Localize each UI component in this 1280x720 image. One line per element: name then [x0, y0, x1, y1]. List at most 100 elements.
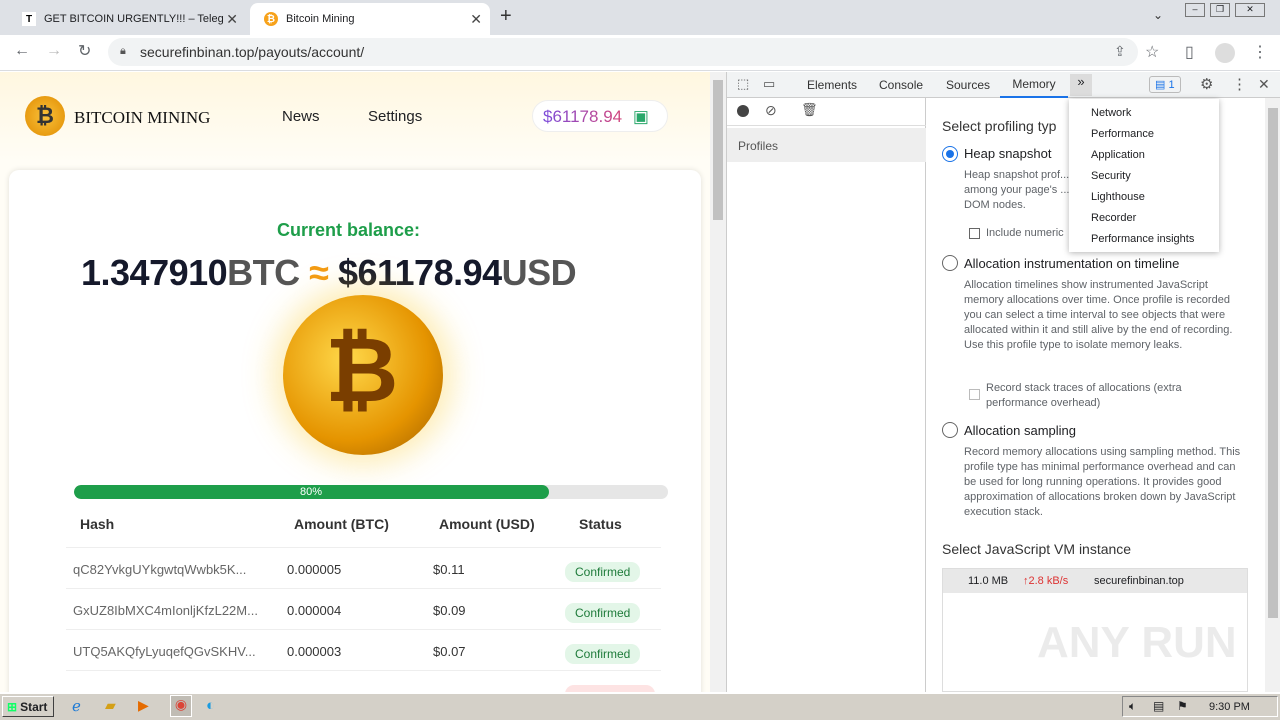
record-icon[interactable] [737, 105, 749, 117]
include-numeric-checkbox[interactable] [969, 228, 980, 239]
side-panel-icon[interactable]: ▯ [1185, 42, 1194, 62]
bookmark-star-icon[interactable]: ☆ [1145, 42, 1159, 62]
brand-name[interactable]: BITCOIN MINING [74, 108, 210, 128]
record-stack-checkbox[interactable] [969, 389, 980, 400]
start-button[interactable]: ⊞ Start [2, 696, 54, 717]
menu-item-application[interactable]: Application [1069, 144, 1219, 165]
hash-cell: UTQ5AKQfyLyuqefQGvSKHV... [73, 644, 256, 659]
menu-item-network[interactable]: Network [1069, 102, 1219, 123]
tab-search-chevron-icon[interactable]: ⌄ [1153, 8, 1163, 22]
settings-gear-icon[interactable]: ⚙ [1200, 75, 1213, 93]
tab-title: Bitcoin Mining [286, 13, 355, 25]
allocation-sampling-radio[interactable] [942, 422, 958, 438]
device-toolbar-icon[interactable]: ▭ [763, 76, 775, 92]
table-row[interactable]: UTQ5AKQfyLyuqefQGvSKHV... 0.000003 $0.07… [66, 630, 661, 671]
tab-telegra[interactable]: T GET BITCOIN URGENTLY!!! – Telegra ✕ [8, 3, 246, 35]
devtools-panel: ⬚ ▭ Elements Console Sources Memory » ▤ … [726, 72, 1280, 692]
close-tab-icon[interactable]: ✕ [470, 11, 482, 28]
back-icon[interactable]: ← [14, 42, 30, 60]
trash-icon[interactable]: 🗑︎ [801, 102, 818, 118]
more-tabs-icon[interactable]: » [1070, 74, 1092, 96]
allocation-timeline-radio[interactable] [942, 255, 958, 271]
table-row[interactable]: qC82YvkgUYkgwtqWwbk5K... 0.000005 $0.11 … [66, 548, 661, 589]
edge-icon[interactable]: ◐ [206, 697, 215, 714]
menu-item-security[interactable]: Security [1069, 165, 1219, 186]
menu-item-lighthouse[interactable]: Lighthouse [1069, 186, 1219, 207]
flag-icon[interactable]: ⚑ [1177, 699, 1188, 713]
wallet-icon: ▣ [632, 107, 649, 126]
vm-instance-row[interactable]: 11.0 MB ↑2.8 kB/s securefinbinan.top [943, 569, 1247, 593]
table-row-partial[interactable] [66, 671, 661, 692]
record-stack-label: Record stack traces of allocations (extr… [986, 382, 1182, 409]
tab-memory[interactable]: Memory [1000, 72, 1068, 98]
forward-icon[interactable]: → [46, 42, 62, 60]
new-tab-icon[interactable]: + [500, 5, 512, 28]
telegra-favicon-icon: T [22, 12, 36, 26]
devtools-menu-icon[interactable]: ⋮ [1232, 75, 1247, 93]
page-scrollbar[interactable] [710, 72, 726, 692]
tab-elements[interactable]: Elements [807, 72, 857, 98]
allocation-sampling-label[interactable]: Allocation sampling [964, 423, 1076, 438]
btc-cell: 0.000003 [287, 644, 342, 659]
usd-amount: $61178.94 [337, 252, 502, 293]
inspect-element-icon[interactable]: ⬚ [737, 76, 749, 92]
url-input[interactable]: 🔒︎ securefinbinan.top/payouts/account/ [108, 38, 1138, 66]
close-tab-icon[interactable]: ✕ [226, 11, 238, 28]
close-window-icon[interactable]: ✕ [1235, 3, 1265, 17]
network-icon[interactable]: ▤ [1153, 699, 1164, 713]
heap-snapshot-radio[interactable] [942, 146, 958, 162]
tab-sources[interactable]: Sources [946, 72, 990, 98]
allocation-timeline-label[interactable]: Allocation instrumentation on timeline [964, 256, 1179, 271]
col-header-usd: Amount (USD) [439, 516, 535, 532]
lock-icon: 🔒︎ [120, 45, 126, 57]
vm-rate: ↑2.8 kB/s [1023, 575, 1069, 587]
heap-snapshot-label[interactable]: Heap snapshot [964, 146, 1051, 161]
menu-kebab-icon[interactable]: ⋮ [1252, 42, 1268, 62]
chrome-icon[interactable]: ◉ [170, 695, 192, 717]
issues-badge[interactable]: ▤ 1 [1149, 76, 1181, 93]
reload-icon[interactable]: ↻ [78, 41, 91, 61]
menu-item-performance[interactable]: Performance [1069, 123, 1219, 144]
devtools-scrollbar[interactable] [1265, 98, 1280, 692]
tab-bitcoin-mining[interactable]: ₿ Bitcoin Mining ✕ [250, 3, 490, 35]
table-row[interactable]: GxUZ8IbMXC4mIonljKfzL22M... 0.000004 $0.… [66, 589, 661, 630]
col-header-btc: Amount (BTC) [294, 516, 389, 532]
ie-icon[interactable]: ℯ [72, 697, 81, 715]
close-devtools-icon[interactable]: ✕ [1258, 76, 1270, 93]
status-badge: Confirmed [565, 603, 641, 623]
balance-chip[interactable]: $61178.94 ▣ [532, 100, 668, 132]
menu-item-performance-insights[interactable]: Performance insights [1069, 228, 1219, 249]
web-page: ₿ BITCOIN MINING News Settings $61178.94… [0, 72, 710, 692]
explorer-folder-icon[interactable]: ▰ [105, 697, 116, 714]
profiling-title: Select profiling typ [942, 118, 1057, 134]
tab-console[interactable]: Console [879, 72, 923, 98]
windows-taskbar: ⊞ Start ℯ ▰ ▶ ◉ ◐ 🔈︎ ▤ ⚑ 9:30 PM [0, 693, 1280, 720]
restore-icon[interactable]: ❐ [1210, 3, 1230, 17]
col-header-hash: Hash [80, 516, 115, 532]
recording-toolbar: ⊘ 🗑︎ [727, 98, 926, 126]
more-tabs-menu: Network Performance Application Security… [1069, 99, 1219, 252]
profiles-label: Profiles [738, 139, 779, 153]
clear-icon[interactable]: ⊘ [765, 102, 777, 119]
devtools-scrollbar-thumb[interactable] [1268, 108, 1278, 618]
menu-item-recorder[interactable]: Recorder [1069, 207, 1219, 228]
vm-title: Select JavaScript VM instance [942, 541, 1132, 557]
nav-news[interactable]: News [282, 108, 320, 125]
tab-strip: T GET BITCOIN URGENTLY!!! – Telegra ✕ ₿ … [0, 0, 1280, 35]
volume-icon[interactable]: 🔈︎ [1129, 699, 1136, 714]
share-icon[interactable]: ⇪ [1114, 43, 1126, 60]
progress-label: 80% [299, 486, 323, 498]
anyrun-watermark: ANY RUN [1037, 618, 1237, 667]
approx-sign: ≈ [309, 252, 329, 293]
bitcoin-symbol-icon: ₿ [325, 321, 399, 421]
issues-count: 1 [1168, 79, 1175, 91]
media-player-icon[interactable]: ▶ [138, 697, 149, 714]
minimize-icon[interactable]: – [1185, 3, 1205, 17]
nav-settings[interactable]: Settings [368, 108, 422, 125]
balance-label: Current balance: [277, 220, 421, 240]
scrollbar-thumb[interactable] [713, 80, 723, 220]
status-badge: Confirmed [565, 644, 641, 664]
profile-avatar[interactable] [1215, 43, 1235, 63]
clock[interactable]: 9:30 PM [1209, 701, 1250, 713]
devtools-toolbar: ⬚ ▭ Elements Console Sources Memory » ▤ … [727, 72, 1280, 98]
